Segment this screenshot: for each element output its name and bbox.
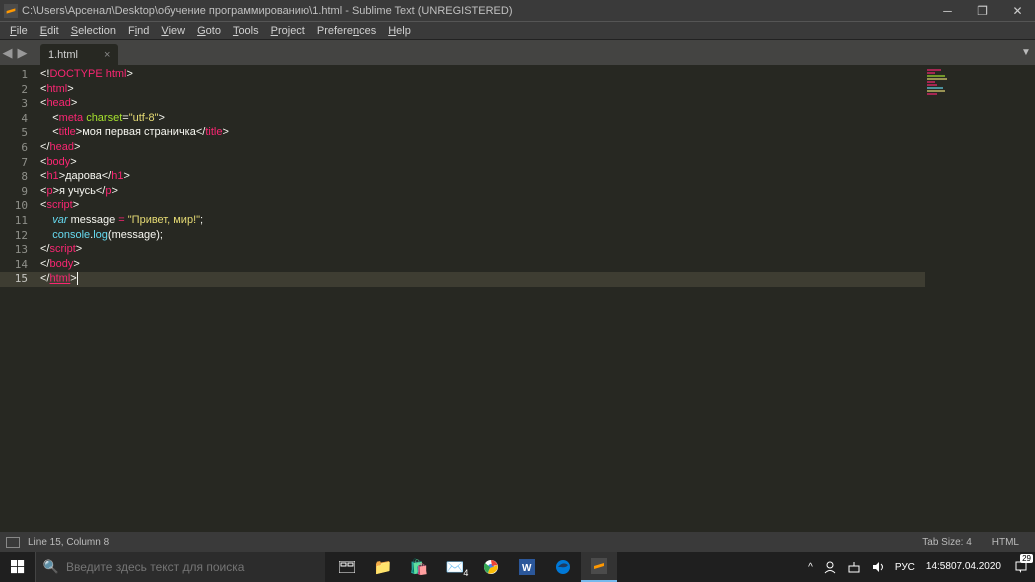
tray-notifications-icon[interactable]: 29 xyxy=(1007,552,1035,582)
status-syntax[interactable]: HTML xyxy=(982,537,1029,548)
task-view-icon[interactable] xyxy=(329,552,365,582)
statusbar: Line 15, Column 8 Tab Size: 4 HTML xyxy=(0,532,1035,552)
menubar: File Edit Selection Find View Goto Tools… xyxy=(0,22,1035,40)
tray-chevron-icon[interactable]: ^ xyxy=(803,552,818,582)
mail-icon[interactable]: ✉️4 xyxy=(437,552,473,582)
tab-dropdown-icon[interactable]: ▼ xyxy=(1017,47,1035,58)
tray-date: 07.04.2020 xyxy=(951,561,1001,573)
line-number: 9 xyxy=(0,185,40,200)
line-number: 2 xyxy=(0,83,40,98)
windows-taskbar: 🔍 📁 🛍️ ✉️4 W ^ РУС 14:58 07.04.2020 29 xyxy=(0,552,1035,582)
tray-language[interactable]: РУС xyxy=(890,552,920,582)
menu-tools[interactable]: Tools xyxy=(227,25,265,37)
menu-preferences[interactable]: Preferences xyxy=(311,25,382,37)
tab-file[interactable]: 1.html × xyxy=(40,44,118,65)
chrome-icon[interactable] xyxy=(473,552,509,582)
nav-forward-icon[interactable]: ▶ xyxy=(15,45,30,61)
tab-row: ◀ ▶ 1.html × ▼ xyxy=(0,40,1035,65)
status-tabsize[interactable]: Tab Size: 4 xyxy=(912,537,981,548)
line-number: 12 xyxy=(0,229,40,244)
menu-view[interactable]: View xyxy=(155,25,191,37)
text-cursor xyxy=(77,272,78,285)
windows-icon xyxy=(11,560,25,574)
tab-label: 1.html xyxy=(48,49,78,61)
nav-back-icon[interactable]: ◀ xyxy=(0,45,15,61)
line-number: 11 xyxy=(0,214,40,229)
window-title: C:\Users\Арсенал\Desktop\обучение програ… xyxy=(22,5,930,17)
search-input[interactable] xyxy=(66,560,325,574)
sublime-taskbar-icon[interactable] xyxy=(581,552,617,582)
minimap-preview xyxy=(927,69,949,97)
panel-switch-icon[interactable] xyxy=(6,537,20,548)
store-icon[interactable]: 🛍️ xyxy=(401,552,437,582)
line-number: 4 xyxy=(0,112,40,127)
line-number: 8 xyxy=(0,170,40,185)
tab-close-icon[interactable]: × xyxy=(104,49,110,61)
editor[interactable]: 1 2 3 4 5 6 7 8 9 10 11 12 13 14 15 <!DO… xyxy=(0,65,1035,532)
line-number: 14 xyxy=(0,258,40,273)
gutter: 1 2 3 4 5 6 7 8 9 10 11 12 13 14 15 xyxy=(0,65,40,532)
line-number: 15 xyxy=(0,272,40,287)
search-icon: 🔍 xyxy=(36,559,66,575)
notification-badge: 29 xyxy=(1020,554,1033,563)
line-number: 5 xyxy=(0,126,40,141)
tray-volume-icon[interactable] xyxy=(866,552,890,582)
start-button[interactable] xyxy=(0,552,35,582)
menu-help[interactable]: Help xyxy=(382,25,417,37)
code-area[interactable]: <!DOCTYPE html> <html> <head> <meta char… xyxy=(40,65,925,532)
menu-selection[interactable]: Selection xyxy=(65,25,122,37)
minimap[interactable] xyxy=(925,65,1035,532)
menu-edit[interactable]: Edit xyxy=(34,25,65,37)
line-number: 13 xyxy=(0,243,40,258)
taskbar-search[interactable]: 🔍 xyxy=(35,552,325,582)
menu-find[interactable]: Find xyxy=(122,25,155,37)
line-number: 10 xyxy=(0,199,40,214)
line-number: 1 xyxy=(0,68,40,83)
menu-project[interactable]: Project xyxy=(265,25,311,37)
edge-icon[interactable] xyxy=(545,552,581,582)
close-button[interactable]: ✕ xyxy=(1000,0,1035,22)
tray-network-icon[interactable] xyxy=(842,552,866,582)
menu-file[interactable]: File xyxy=(4,25,34,37)
line-number: 6 xyxy=(0,141,40,156)
svg-text:W: W xyxy=(522,563,532,574)
menu-goto[interactable]: Goto xyxy=(191,25,227,37)
tray-clock[interactable]: 14:58 07.04.2020 xyxy=(920,552,1007,582)
file-explorer-icon[interactable]: 📁 xyxy=(365,552,401,582)
tray-time: 14:58 xyxy=(926,561,951,573)
line-number: 7 xyxy=(0,156,40,171)
maximize-button[interactable]: ❐ xyxy=(965,0,1000,22)
line-number: 3 xyxy=(0,97,40,112)
system-tray: ^ РУС 14:58 07.04.2020 29 xyxy=(803,552,1035,582)
sublime-icon xyxy=(4,4,18,18)
status-position[interactable]: Line 15, Column 8 xyxy=(28,537,109,548)
window-titlebar: C:\Users\Арсенал\Desktop\обучение програ… xyxy=(0,0,1035,22)
minimize-button[interactable]: ─ xyxy=(930,0,965,22)
word-icon[interactable]: W xyxy=(509,552,545,582)
tray-people-icon[interactable] xyxy=(818,552,842,582)
